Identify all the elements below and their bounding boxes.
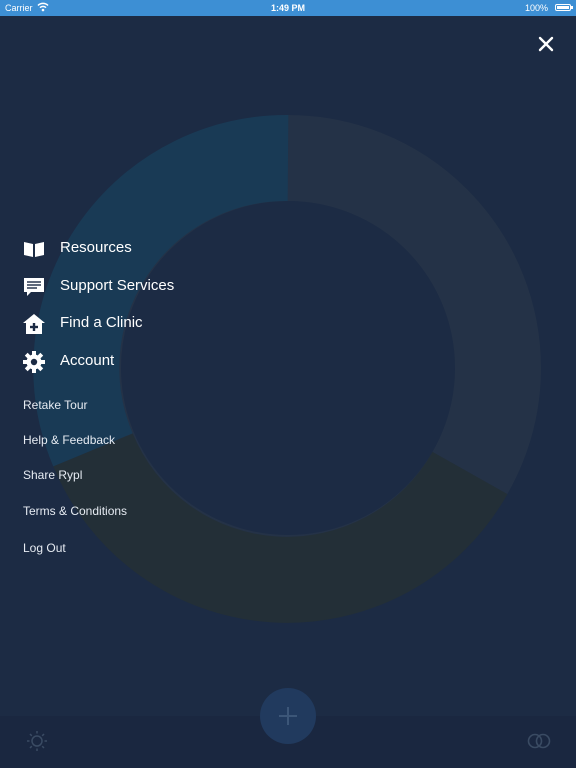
clinic-icon [23,313,45,335]
menu-item-help-feedback[interactable]: Help & Feedback [23,431,127,466]
menu-item-support-services[interactable]: Support Services [23,270,323,308]
book-icon [23,238,45,260]
battery-icon [555,4,571,11]
main-menu: Resources Support Services Find a Clinic [23,232,323,382]
rings-tab-button[interactable] [526,732,552,750]
chat-icon [23,276,45,298]
close-button[interactable] [532,30,560,58]
status-time: 1:49 PM [270,3,305,13]
secondary-menu: Retake Tour Help & Feedback Share Rypl T… [23,396,127,574]
menu-item-log-out[interactable]: Log Out [23,539,127,574]
menu-item-label: Resources [60,239,132,256]
add-button[interactable] [260,688,316,744]
battery-tip [571,6,573,9]
menu-item-terms-conditions[interactable]: Terms & Conditions [23,502,127,537]
menu-item-account[interactable]: Account [23,345,323,383]
plus-icon [279,707,297,725]
sun-icon [27,731,47,751]
sun-tab-button[interactable] [26,730,48,752]
rings-icon [527,733,551,749]
gear-icon [23,350,45,373]
menu-item-find-a-clinic[interactable]: Find a Clinic [23,307,323,345]
close-icon [538,36,554,52]
battery-percent: 100% [524,3,548,13]
status-bar: Carrier 1:49 PM 100% [0,0,576,16]
menu-item-retake-tour[interactable]: Retake Tour [23,396,127,431]
menu-item-resources[interactable]: Resources [23,232,323,270]
menu-item-label: Find a Clinic [60,314,143,331]
menu-item-label: Support Services [60,276,175,294]
ring-olive-segment [53,432,508,623]
menu-item-label: Account [60,351,115,369]
menu-item-share-rypl[interactable]: Share Rypl [23,466,127,501]
